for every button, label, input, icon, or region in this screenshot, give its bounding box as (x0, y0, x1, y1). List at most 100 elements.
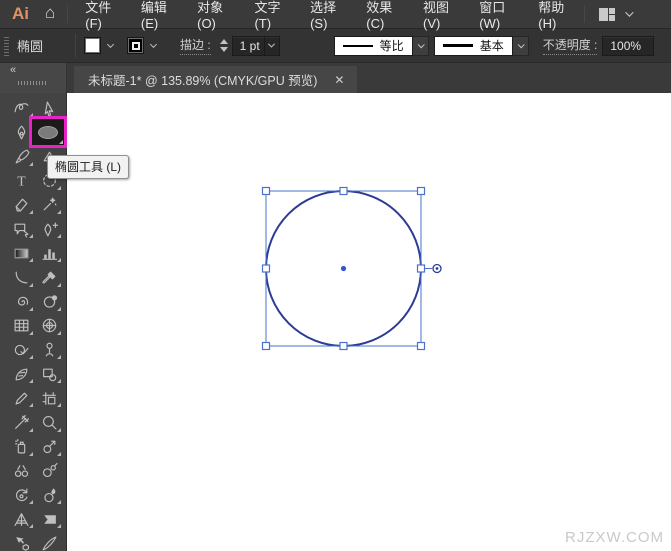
shape-silhouette-tool[interactable] (35, 507, 63, 531)
stepper-up-icon[interactable] (219, 39, 228, 44)
rectangular-grid-tool[interactable] (7, 314, 35, 338)
symbol-stainer-tool[interactable] (35, 483, 63, 507)
chevron-down-icon[interactable] (512, 35, 529, 56)
annotation-select-tool[interactable] (7, 217, 35, 241)
stroke-color-swatch[interactable] (127, 37, 144, 54)
control-bar: 椭圆 描边 : 1 pt 等比 基本 不透明度 : 100% (0, 28, 671, 62)
pen-icon (13, 124, 30, 141)
stroke-panel-link[interactable]: 描边 : (180, 36, 211, 55)
menu-bar: Ai ⌂ 文件(F) 编辑(E) 对象(O) 文字(T) 选择(S) 效果(C) 视图(V)… (0, 0, 671, 31)
brush-definition-dropdown[interactable]: 基本 (433, 35, 513, 56)
svg-text:T: T (17, 173, 26, 188)
symbol-sprayer-tool[interactable] (7, 435, 35, 459)
menu-item-8[interactable]: 帮助(H) (527, 0, 584, 31)
chevron-down-icon[interactable] (106, 40, 115, 49)
selection-handle-2[interactable] (416, 186, 426, 196)
artboard-icon (41, 390, 58, 407)
separator (584, 5, 585, 23)
perspective-grid-tool[interactable] (7, 507, 35, 531)
symbol-sizer-tool[interactable] (35, 459, 63, 483)
watermark-text: RJZXW.COM (565, 529, 664, 546)
shape-builder-tool[interactable] (7, 338, 35, 362)
fill-color-swatch[interactable] (84, 37, 101, 54)
spray-icon (13, 438, 30, 455)
add-anchor-point-tool[interactable] (35, 217, 63, 241)
brush-definition-value: 基本 (479, 39, 504, 53)
chevron-down-icon[interactable] (625, 8, 634, 17)
close-icon[interactable]: ✕ (331, 71, 347, 89)
zoom-tool[interactable] (35, 410, 63, 434)
menu-item-7[interactable]: 窗口(W) (468, 0, 527, 31)
selection-handle-5[interactable] (261, 341, 271, 351)
shapebuilder-icon (13, 341, 30, 358)
home-icon[interactable]: ⌂ (39, 3, 67, 25)
stepper-down-icon[interactable] (219, 47, 228, 52)
selection-handle-0[interactable] (261, 186, 271, 196)
puppet-warp-tool[interactable] (35, 338, 63, 362)
bubble-icon (13, 221, 30, 238)
symbol-spinner-tool[interactable] (7, 483, 35, 507)
magic-wand-tool[interactable] (35, 193, 63, 217)
width-profile-dropdown[interactable]: 等比 (333, 35, 413, 56)
menu-item-1[interactable]: 编辑(E) (130, 0, 186, 31)
stroke-weight-stepper[interactable] (219, 39, 228, 52)
menu-item-2[interactable]: 对象(O) (186, 0, 243, 31)
wash-brush-tool[interactable] (7, 410, 35, 434)
cube-icon (13, 535, 30, 551)
grid-icon (13, 317, 30, 334)
type-tool[interactable]: T (7, 169, 35, 193)
ellipse-selection[interactable] (67, 93, 671, 551)
chevron-down-icon[interactable] (412, 35, 429, 56)
opacity-panel-link[interactable]: 不透明度 : (542, 36, 598, 55)
live-shape-widget-dot (435, 267, 439, 270)
app-logo[interactable]: Ai (0, 4, 39, 24)
chevron-down-icon[interactable] (263, 36, 279, 55)
selection-handle-6[interactable] (339, 341, 348, 351)
collapse-panel-button[interactable]: « (0, 65, 66, 76)
brush-definition-group: 基本 (433, 35, 529, 56)
symbol-shifter-tool[interactable] (35, 435, 63, 459)
eyedropper-tool[interactable] (35, 265, 63, 289)
menu-item-4[interactable]: 选择(S) (299, 0, 355, 31)
symbol-scruncher-tool[interactable] (7, 459, 35, 483)
panel-grip[interactable] (4, 35, 9, 56)
width-tool[interactable] (7, 362, 35, 386)
dirsel-icon (41, 100, 58, 117)
document-tab[interactable]: 未标题-1* @ 135.89% (CMYK/GPU 预览) ✕ (74, 66, 358, 93)
width-profile-value: 等比 (379, 39, 404, 53)
eraser-tool[interactable] (7, 193, 35, 217)
menu-item-5[interactable]: 效果(C) (355, 0, 412, 31)
gradient-tool[interactable] (7, 241, 35, 265)
menu-item-6[interactable]: 视图(V) (412, 0, 468, 31)
knife-tool[interactable] (35, 531, 63, 551)
cropimg-icon (41, 366, 58, 383)
column-graph-tool[interactable] (35, 241, 63, 265)
menu-items: 文件(F) 编辑(E) 对象(O) 文字(T) 选择(S) 效果(C) 视图(V) 窗口(W)… (74, 0, 584, 31)
center-anchor-dot[interactable] (340, 265, 347, 272)
active-tool-label: 椭圆 (17, 39, 44, 54)
polar-grid-tool[interactable] (35, 314, 63, 338)
stroke-weight-field[interactable]: 1 pt (231, 35, 280, 56)
workspace-switcher-icon[interactable] (599, 7, 615, 21)
spiral-tool[interactable] (7, 290, 35, 314)
brushx-icon (13, 414, 30, 431)
artboard-tool[interactable] (35, 386, 63, 410)
menu-item-3[interactable]: 文字(T) (243, 0, 299, 31)
orbit-tool[interactable] (35, 290, 63, 314)
selection-handle-1[interactable] (339, 186, 348, 196)
chevron-down-icon[interactable] (149, 40, 158, 49)
type-icon: T (13, 172, 30, 189)
ellipse-tool[interactable] (29, 116, 67, 149)
selection-handle-4[interactable] (416, 264, 426, 273)
selection-3d-tool[interactable] (7, 531, 35, 551)
crop-image-tool[interactable] (35, 362, 63, 386)
menu-item-0[interactable]: 文件(F) (74, 0, 130, 31)
toolbar-drag-handle[interactable] (18, 81, 48, 85)
ellipse-tool-selected-highlight[interactable] (29, 116, 67, 149)
pencil-tool[interactable] (7, 386, 35, 410)
selection-handle-3[interactable] (261, 264, 271, 273)
arc-tool[interactable] (7, 265, 35, 289)
graph-icon (41, 245, 58, 262)
selection-handle-7[interactable] (416, 341, 426, 351)
opacity-field[interactable]: 100% (602, 35, 655, 56)
